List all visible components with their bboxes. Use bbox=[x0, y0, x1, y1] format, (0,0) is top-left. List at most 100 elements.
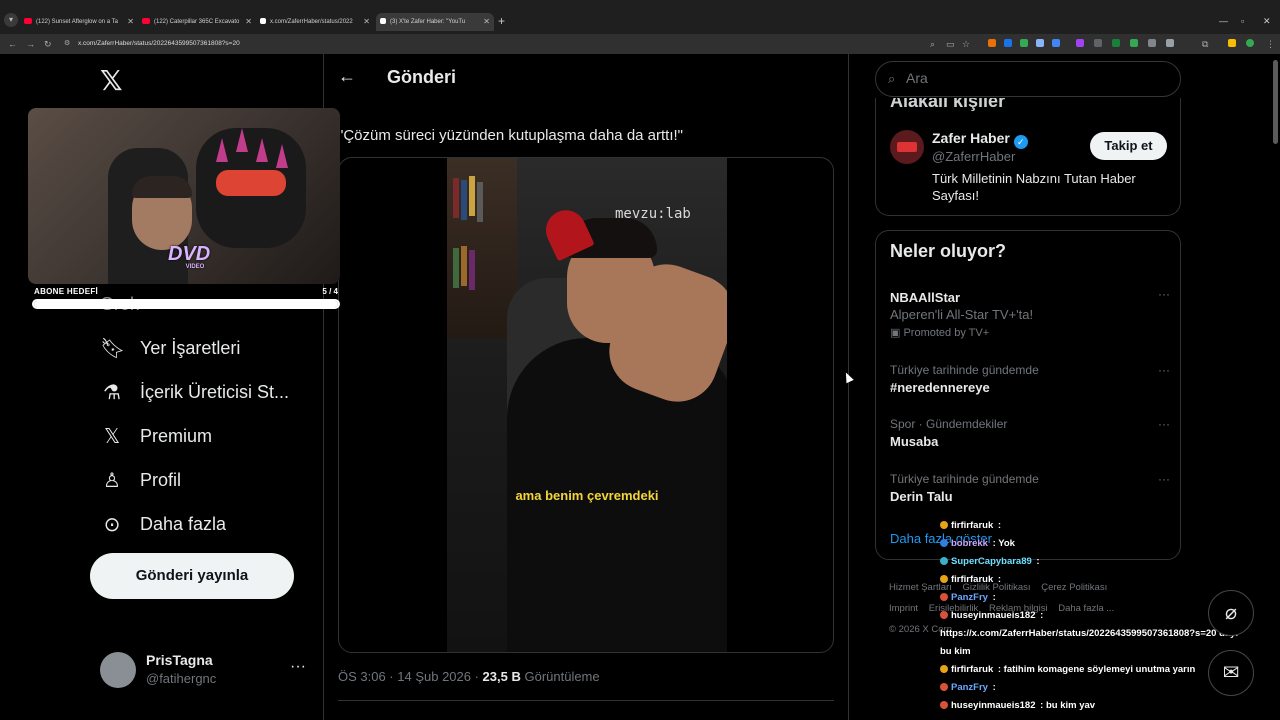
chat-badge-icon bbox=[940, 701, 948, 709]
browser-menu-icon[interactable]: ⋮ bbox=[1266, 39, 1275, 50]
video-frame-book bbox=[469, 250, 475, 290]
tweet-meta: ÖS 3:06 · 14 Şub 2026 · 23,5 B Görüntüle… bbox=[338, 669, 600, 684]
extension-icon[interactable] bbox=[1148, 39, 1156, 47]
chat-badge-icon bbox=[940, 521, 948, 529]
profile-icon: ♙ bbox=[103, 469, 121, 492]
chat-text: : bbox=[989, 682, 996, 693]
x-logo-icon[interactable]: 𝕏 bbox=[100, 64, 123, 97]
back-icon[interactable]: ← bbox=[8, 39, 17, 49]
more-horizontal-icon[interactable]: ··· bbox=[1158, 472, 1170, 486]
youtube-icon bbox=[24, 18, 32, 25]
close-icon[interactable]: ✕ bbox=[127, 13, 134, 31]
maximize-icon[interactable]: ▫ bbox=[1241, 16, 1244, 26]
trend-context: Spor · Gündemdekiler bbox=[890, 417, 1008, 431]
account-switcher[interactable]: PrisTagna @fatihergnc ··· bbox=[100, 650, 310, 690]
trend-title: #neredennereye bbox=[890, 380, 990, 395]
mascot-spike bbox=[236, 128, 248, 152]
window-close-icon[interactable]: ✕ bbox=[1263, 16, 1271, 27]
chat-text: : bbox=[995, 574, 1002, 585]
tweet-timestamp[interactable]: ÖS 3:06 · 14 Şub 2026 · bbox=[338, 669, 483, 684]
extension-icon[interactable] bbox=[1020, 39, 1028, 47]
sidebar-item-premium[interactable]: 𝕏 Premium bbox=[100, 421, 212, 451]
user-bio: Türk Milletinin Nabzını Tutan Haber Sayf… bbox=[932, 171, 1136, 203]
sidebar-item-label: Daha fazla bbox=[140, 513, 227, 534]
extension-icon[interactable] bbox=[1052, 39, 1060, 47]
sidebar-item-profile[interactable]: ♙ Profil bbox=[100, 465, 181, 495]
browser-tab[interactable]: (122) Sunset Afterglow on a Ta ✕ bbox=[20, 13, 138, 31]
chat-username: SuperCapybara89 bbox=[951, 556, 1032, 567]
extension-icon[interactable] bbox=[1036, 39, 1044, 47]
sidebar-item-bookmarks[interactable]: 🔖︎ Yer İşaretleri bbox=[100, 333, 240, 363]
chat-username: PanzFry bbox=[951, 682, 988, 693]
user-name[interactable]: Zafer Haber ✓ bbox=[932, 130, 1028, 149]
browser-tab[interactable]: (122) Caterpillar 365C Excavato ✕ bbox=[138, 13, 256, 31]
tweet-media[interactable]: mevzu:lab ama benim çevremdeki bbox=[338, 157, 834, 653]
more-horizontal-icon[interactable]: ··· bbox=[1158, 363, 1170, 377]
chat-username: bobrekk bbox=[951, 538, 988, 549]
video-player[interactable]: mevzu:lab ama benim çevremdeki bbox=[447, 158, 727, 652]
reload-icon[interactable]: ↻ bbox=[44, 39, 52, 50]
more-horizontal-icon[interactable]: ··· bbox=[1158, 287, 1170, 301]
profile-avatar-icon[interactable] bbox=[1246, 39, 1254, 47]
chat-text: bu kim bbox=[940, 646, 971, 657]
extension-icon[interactable] bbox=[988, 39, 996, 47]
goal-count: 5 / 4 bbox=[322, 287, 338, 296]
chat-message: bobrekk : Yok bbox=[940, 535, 1270, 553]
subscriber-goal: ABONE HEDEFİ 5 / 4 bbox=[28, 287, 342, 311]
more-horizontal-icon[interactable]: ··· bbox=[1158, 417, 1170, 431]
follow-button[interactable]: Takip et bbox=[1090, 132, 1167, 160]
section-title: Alakalı kişiler bbox=[890, 98, 1006, 111]
trend-item[interactable]: Türkiye tarihinde gündemde #neredennerey… bbox=[890, 363, 1170, 395]
new-tab-icon[interactable]: + bbox=[498, 14, 505, 28]
chat-text: https://x.com/ZaferrHaber/status/2022643… bbox=[940, 628, 1239, 639]
user-handle: @ZaferrHaber bbox=[932, 149, 1016, 164]
scrollbar[interactable] bbox=[1273, 60, 1278, 144]
trend-context: Türkiye tarihinde gündemde bbox=[890, 472, 1039, 486]
sidebar-item-creator-studio[interactable]: ⚗ İçerik Üreticisi St... bbox=[100, 377, 289, 407]
search-box[interactable]: ⌕ bbox=[875, 61, 1181, 97]
tab-label: (3) X'te Zafer Haber: "YouTu bbox=[390, 19, 466, 25]
browser-tab-active[interactable]: (3) X'te Zafer Haber: "YouTu ✕ bbox=[376, 13, 494, 31]
url-input[interactable]: ⚙ x.com/ZaferrHaber/status/20226435995073… bbox=[60, 37, 920, 51]
trend-context: Türkiye tarihinde gündemde bbox=[890, 363, 1039, 377]
close-icon[interactable]: ✕ bbox=[245, 13, 252, 31]
extension-icon[interactable] bbox=[1130, 39, 1138, 47]
tab-search-icon[interactable]: ▾ bbox=[4, 13, 18, 27]
trend-item[interactable]: NBAAllStar Alperen'li All-Star TV+'ta! ▣… bbox=[890, 287, 1170, 339]
search-input[interactable] bbox=[906, 70, 1166, 86]
trend-title: Derin Talu bbox=[890, 489, 953, 504]
close-icon[interactable]: ✕ bbox=[483, 13, 490, 31]
minimize-icon[interactable]: — bbox=[1219, 16, 1228, 26]
page-title: Gönderi bbox=[387, 67, 457, 87]
extension-icon[interactable] bbox=[1228, 39, 1236, 47]
grok-icon[interactable]: ⌀ bbox=[1208, 590, 1254, 636]
trend-item[interactable]: Spor · Gündemdekiler Musaba ··· bbox=[890, 417, 1170, 449]
extension-icon[interactable] bbox=[1166, 39, 1174, 47]
trend-item[interactable]: Türkiye tarihinde gündemde Derin Talu ··… bbox=[890, 472, 1170, 504]
close-icon[interactable]: ✕ bbox=[363, 13, 370, 31]
extension-icon[interactable] bbox=[1004, 39, 1012, 47]
avatar[interactable] bbox=[890, 130, 924, 164]
messages-icon[interactable]: ✉ bbox=[1208, 650, 1254, 696]
chat-badge-icon bbox=[940, 611, 948, 619]
chat-text: : bbox=[1037, 610, 1044, 621]
zoom-icon[interactable]: ⌕ bbox=[930, 39, 935, 50]
tweet-text: "Çözüm süreci yüzünden kutuplaşma daha d… bbox=[338, 127, 683, 144]
browser-tab[interactable]: x.com/ZaferrHaber/status/2022 ✕ bbox=[256, 13, 374, 31]
webcam-overlay: DVD VIDEO bbox=[28, 108, 340, 284]
sidebar-item-more[interactable]: ⊙ Daha fazla bbox=[100, 509, 226, 539]
footer-link[interactable]: Imprint bbox=[889, 603, 918, 614]
goal-progress-fill bbox=[34, 301, 338, 307]
post-button[interactable]: Gönderi yayınla bbox=[90, 553, 294, 599]
extension-icon[interactable] bbox=[1112, 39, 1120, 47]
back-arrow-icon[interactable]: ← bbox=[338, 66, 356, 87]
more-horizontal-icon[interactable]: ··· bbox=[290, 658, 306, 676]
cast-icon[interactable]: ▭ bbox=[946, 39, 955, 50]
bookmark-star-icon[interactable]: ☆ bbox=[962, 39, 970, 50]
extension-icon[interactable] bbox=[1094, 39, 1102, 47]
chat-username: firfirfaruk bbox=[951, 520, 994, 531]
site-info-icon[interactable]: ⚙ bbox=[64, 37, 70, 51]
forward-icon[interactable]: → bbox=[26, 39, 35, 49]
extensions-puzzle-icon[interactable]: ⧉ bbox=[1202, 39, 1208, 50]
extension-icon[interactable] bbox=[1076, 39, 1084, 47]
